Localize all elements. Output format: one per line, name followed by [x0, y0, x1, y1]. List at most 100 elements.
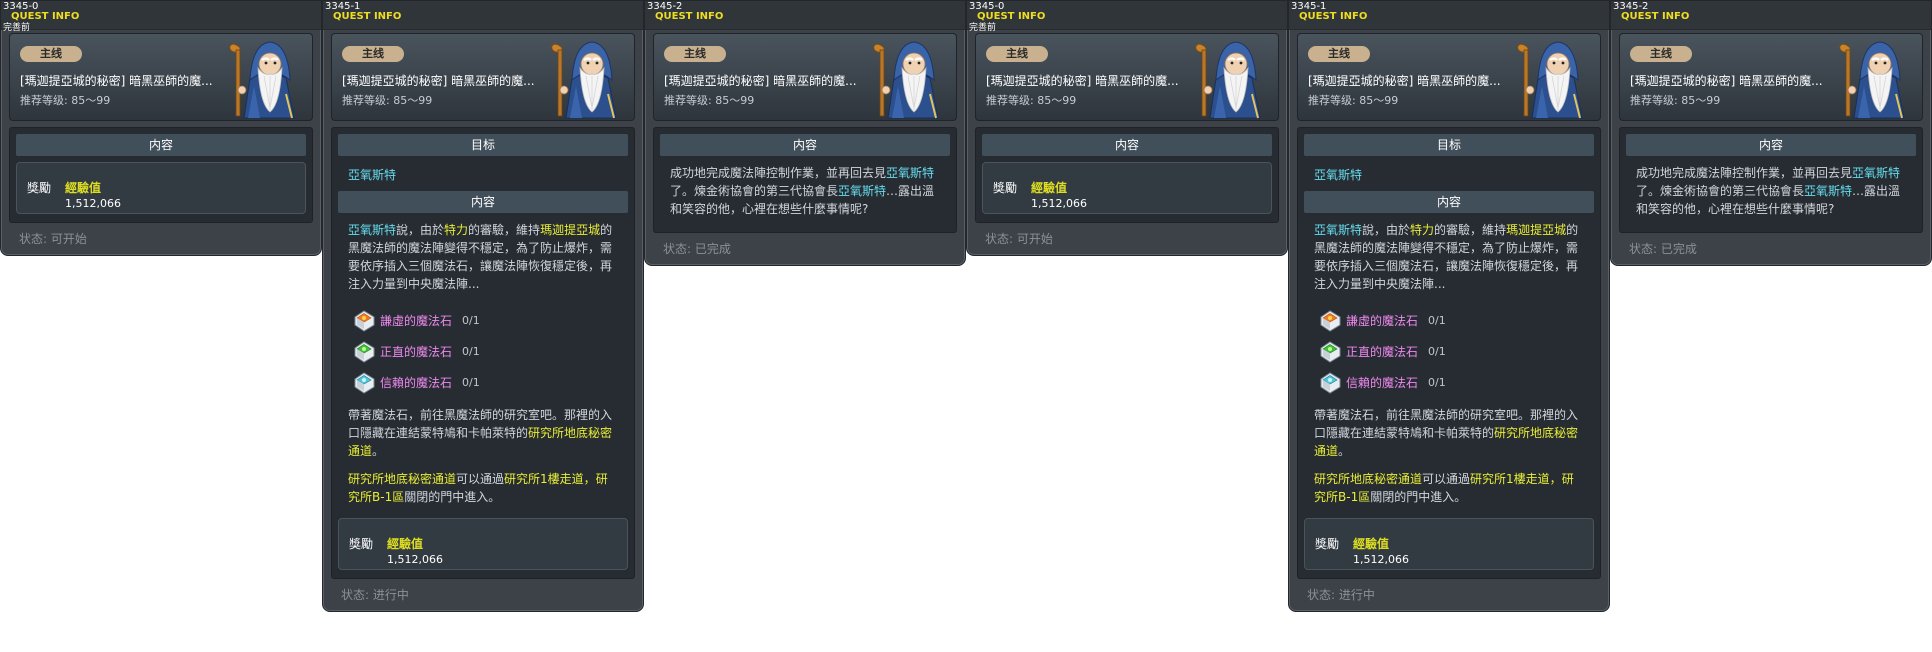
main-quest-badge: 主线	[1630, 46, 1692, 62]
npc-link[interactable]: 亞氧斯特	[886, 166, 934, 180]
quest-body: 内容 成功地完成魔法陣控制作業，並再回去見亞氧斯特了。煉金術協會的第三代協會長亞…	[1619, 127, 1923, 233]
item-count: 0/1	[462, 376, 480, 389]
item-name: 謙虛的魔法石	[1346, 314, 1419, 328]
quest-status: 状态: 可开始	[985, 232, 1053, 246]
desc-text: 了。煉金術協會的第三代協會長	[670, 184, 839, 198]
quest-hint-route: 研究所地底秘密通道可以通過研究所1樓走道，研究所B-1區關閉的門中進入。	[338, 468, 628, 514]
reward-label: 獎勵	[349, 537, 374, 551]
wizard-npc-icon	[1508, 34, 1594, 120]
required-item[interactable]: 正直的魔法石 0/1	[352, 336, 618, 367]
desc-text: 可以通過	[456, 472, 505, 486]
main-quest-badge: 主线	[986, 46, 1048, 62]
npc-link[interactable]: 亞氧斯特	[838, 184, 886, 198]
reward-box: 獎勵 經驗值 1,512,066	[1304, 518, 1594, 570]
window-header[interactable]: 3345-1 QUEST INFO	[323, 1, 643, 30]
npc-link[interactable]: 亞氧斯特	[1852, 166, 1900, 180]
recommended-level: 推荐等级: 85～99	[986, 94, 1077, 107]
quest-info-title: QUEST INFO	[333, 11, 402, 22]
quest-name: [瑪迦提亞城的秘密] 暗黑巫師的魔...	[342, 74, 535, 88]
recommended-level: 推荐等级: 85～99	[1308, 94, 1399, 107]
npc-link[interactable]: 亞氧斯特	[1804, 184, 1852, 198]
quest-info-title: QUEST INFO	[1621, 11, 1690, 22]
required-items: 謙虛的魔法石 0/1 正直的魔法石 0/1 信賴的魔法石 0/1	[338, 301, 628, 404]
quest-window-completed: 3345-2 QUEST INFO 主线 [瑪迦提亞城的秘密] 暗黑巫師的魔..…	[644, 0, 966, 266]
window-header[interactable]: 3345-1 QUEST INFO	[1289, 1, 1609, 30]
green-stone-icon	[352, 340, 376, 364]
required-item[interactable]: 謙虛的魔法石 0/1	[352, 305, 618, 336]
desc-text: 了。煉金術協會的第三代協會長	[1636, 184, 1805, 198]
quest-window-completed: 3345-2 QUEST INFO 主线 [瑪迦提亞城的秘密] 暗黑巫師的魔..…	[1610, 0, 1932, 266]
quest-window-available: 3345-0 QUEST INFO 完善前 主线 [瑪迦提亞城的秘密] 暗黑巫師…	[966, 0, 1288, 256]
window-header[interactable]: 3345-2 QUEST INFO	[1611, 1, 1931, 30]
quest-description: 亞氧斯特說，由於特力的審驗，維持瑪迦提亞城的黑魔法師的魔法陣變得不穩定，為了防止…	[1304, 219, 1594, 301]
wizard-npc-icon	[1830, 34, 1916, 120]
exp-value: 1,512,066	[387, 553, 443, 566]
target-npc-name[interactable]: 亞氧斯特	[338, 162, 628, 191]
quest-name: [瑪迦提亞城的秘密] 暗黑巫師的魔...	[1630, 74, 1823, 88]
exp-label: 經驗值	[1353, 537, 1390, 551]
target-header: 目标	[1304, 134, 1594, 156]
desc-text: 的審驗，維持	[1434, 223, 1507, 237]
location-link[interactable]: 研究所1樓走道	[504, 472, 584, 486]
location-link[interactable]: 研究所地底秘密通道	[348, 472, 456, 486]
exp-label: 經驗值	[65, 181, 102, 195]
quest-info-title: QUEST INFO	[1299, 11, 1368, 22]
target-npc-name[interactable]: 亞氧斯特	[1304, 162, 1594, 191]
quest-status: 状态: 已完成	[1629, 242, 1697, 256]
content-header: 内容	[1304, 191, 1594, 213]
content-header: 内容	[660, 134, 950, 156]
quest-info-title: QUEST INFO	[977, 11, 1046, 22]
recommended-level: 推荐等级: 85～99	[342, 94, 433, 107]
main-quest-badge: 主线	[342, 46, 404, 62]
window-header[interactable]: 3345-0 QUEST INFO 完善前	[1, 1, 321, 33]
desc-text: 成功地完成魔法陣控制作業，並再回去見	[670, 166, 887, 180]
quest-name: [瑪迦提亞城的秘密] 暗黑巫師的魔...	[664, 74, 857, 88]
main-quest-badge: 主线	[20, 46, 82, 62]
wizard-npc-icon	[542, 34, 628, 120]
desc-text: ，	[1549, 472, 1562, 486]
quest-body: 内容 獎勵 經驗值 1,512,066	[975, 127, 1279, 223]
main-quest-badge: 主线	[1308, 46, 1370, 62]
location-link[interactable]: 研究所1樓走道	[1470, 472, 1550, 486]
exp-value: 1,512,066	[1353, 553, 1409, 566]
keyword: 特力	[444, 223, 469, 237]
required-items: 謙虛的魔法石 0/1 正直的魔法石 0/1 信賴的魔法石 0/1	[1304, 301, 1594, 404]
quest-status: 状态: 进行中	[1307, 588, 1375, 602]
npc-link[interactable]: 亞氧斯特	[348, 223, 396, 237]
reward-label: 獎勵	[1315, 537, 1340, 551]
quest-summary-card: 主线 [瑪迦提亞城的秘密] 暗黑巫師的魔... 推荐等级: 85～99	[653, 33, 957, 121]
window-header[interactable]: 3345-2 QUEST INFO	[645, 1, 965, 30]
desc-text: 。	[1338, 444, 1351, 458]
keyword: 瑪迦提亞城	[1506, 223, 1567, 237]
required-item[interactable]: 信賴的魔法石 0/1	[1318, 367, 1584, 398]
required-item[interactable]: 謙虛的魔法石 0/1	[1318, 305, 1584, 336]
desc-text: 成功地完成魔法陣控制作業，並再回去見	[1636, 166, 1853, 180]
location-link[interactable]: 研究所地底秘密通道	[1314, 472, 1422, 486]
quest-name: [瑪迦提亞城的秘密] 暗黑巫師的魔...	[20, 74, 213, 88]
quest-summary-card: 主线 [瑪迦提亞城的秘密] 暗黑巫師的魔... 推荐等级: 85～99	[975, 33, 1279, 121]
quest-info-title: QUEST INFO	[11, 11, 80, 22]
content-header: 内容	[1626, 134, 1916, 156]
desc-text: 關閉的門中進入。	[1370, 490, 1467, 504]
quest-hint: 帶著魔法石，前往黑魔法師的研究室吧。那裡的入口隱藏在連結蒙特鳩和卡帕萊特的研究所…	[338, 404, 628, 468]
recommended-level: 推荐等级: 85～99	[20, 94, 111, 107]
item-name: 謙虛的魔法石	[380, 314, 453, 328]
quest-summary-card: 主线 [瑪迦提亞城的秘密] 暗黑巫師的魔... 推荐等级: 85～99	[1297, 33, 1601, 121]
required-item[interactable]: 正直的魔法石 0/1	[1318, 336, 1584, 367]
content-header: 内容	[982, 134, 1272, 156]
desc-text: ，	[583, 472, 596, 486]
window-header[interactable]: 3345-0 QUEST INFO 完善前	[967, 1, 1287, 33]
completion-text: 成功地完成魔法陣控制作業，並再回去見亞氧斯特了。煉金術協會的第三代協會長亞氧斯特…	[660, 162, 950, 226]
quest-status: 状态: 已完成	[663, 242, 731, 256]
item-name: 正直的魔法石	[380, 345, 453, 359]
quest-status: 状态: 可开始	[19, 232, 87, 246]
wizard-npc-icon	[864, 34, 950, 120]
required-item[interactable]: 信賴的魔法石 0/1	[352, 367, 618, 398]
quest-hint: 帶著魔法石，前往黑魔法師的研究室吧。那裡的入口隱藏在連結蒙特鳩和卡帕萊特的研究所…	[1304, 404, 1594, 468]
exp-value: 1,512,066	[1031, 197, 1087, 210]
desc-text: 關閉的門中進入。	[404, 490, 501, 504]
reward-label: 獎勵	[993, 181, 1018, 195]
quest-info-title: QUEST INFO	[655, 11, 724, 22]
quest-hint-route: 研究所地底秘密通道可以通過研究所1樓走道，研究所B-1區關閉的門中進入。	[1304, 468, 1594, 514]
npc-link[interactable]: 亞氧斯特	[1314, 223, 1362, 237]
